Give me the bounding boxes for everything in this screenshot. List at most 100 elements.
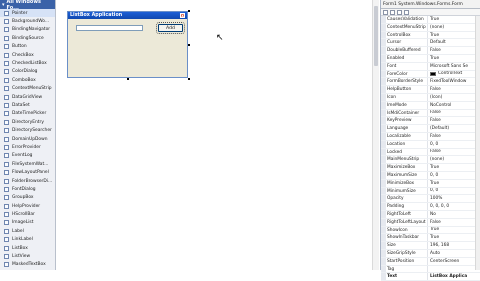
toolbox-item[interactable]: DateTimePicker bbox=[0, 110, 55, 118]
property-value[interactable] bbox=[428, 266, 480, 273]
property-value[interactable]: 0, 0, 0, 0 bbox=[428, 203, 480, 210]
properties-scrollbar[interactable] bbox=[475, 16, 480, 270]
property-row[interactable]: Icon (Icon) bbox=[381, 93, 480, 102]
toolbox-item[interactable]: CheckBox bbox=[0, 51, 55, 59]
alphabetical-icon[interactable] bbox=[390, 9, 395, 15]
property-row[interactable]: RightToLeftLayout False bbox=[381, 218, 480, 227]
property-row[interactable]: FormBorderStyle FixedToolWindow bbox=[381, 78, 480, 87]
toolbox-item[interactable]: FontDialog bbox=[0, 185, 55, 193]
property-row[interactable]: ControlBox True bbox=[381, 31, 480, 40]
property-value[interactable]: 100% bbox=[428, 195, 480, 202]
property-value[interactable]: True bbox=[428, 234, 480, 241]
properties-icon[interactable] bbox=[397, 9, 402, 15]
property-value[interactable]: Microsoft Sans Se bbox=[428, 63, 480, 70]
toolbox-item[interactable]: DataGridView bbox=[0, 93, 55, 101]
property-value[interactable]: 0, 0 bbox=[428, 141, 480, 148]
property-row[interactable]: Location 0, 0 bbox=[381, 140, 480, 149]
property-row[interactable]: Enabled True bbox=[381, 54, 480, 63]
property-row[interactable]: MaximumSize 0, 0 bbox=[381, 171, 480, 180]
property-value[interactable]: True bbox=[428, 55, 480, 62]
property-row[interactable]: KeyPreview False bbox=[381, 117, 480, 126]
resize-grip-top-right[interactable] bbox=[188, 10, 190, 12]
property-row[interactable]: MainMenuStrip (none) bbox=[381, 156, 480, 165]
toolbox-item[interactable]: ImageList bbox=[0, 219, 55, 227]
toolbox-item[interactable]: CheckedListBox bbox=[0, 59, 55, 67]
toolbox-item[interactable]: BindingSource bbox=[0, 34, 55, 42]
property-row[interactable]: Size 196, 168 bbox=[381, 242, 480, 250]
property-row[interactable]: Opacity 100% bbox=[381, 195, 480, 204]
property-value[interactable]: True bbox=[428, 164, 480, 171]
property-value[interactable]: False bbox=[428, 133, 480, 140]
property-row[interactable]: IsMdiContainer False bbox=[381, 109, 480, 118]
property-value[interactable]: True bbox=[428, 180, 480, 187]
toolbox-item[interactable]: DomainUpDown bbox=[0, 135, 55, 143]
toolbox-item[interactable]: ErrorProvider bbox=[0, 143, 55, 151]
toolbox-item[interactable]: BindingNavigator bbox=[0, 26, 55, 34]
property-row[interactable]: StartPosition CenterScreen bbox=[381, 257, 480, 266]
toolbox-item[interactable]: MaskedTextBox bbox=[0, 261, 55, 269]
property-value[interactable]: (Default) bbox=[428, 125, 480, 132]
property-row[interactable]: ContextMenuStrip (none) bbox=[381, 23, 480, 32]
property-row[interactable]: Tag bbox=[381, 265, 480, 274]
form-titlebar[interactable]: ListBox Application x bbox=[68, 12, 187, 19]
toolbox-item[interactable]: BackgroundWo... bbox=[0, 17, 55, 25]
property-row[interactable]: HelpButton False bbox=[381, 86, 480, 94]
toolbox-item[interactable]: DataSet bbox=[0, 101, 55, 109]
property-row[interactable]: Language (Default) bbox=[381, 125, 480, 133]
property-value[interactable]: False bbox=[428, 86, 480, 93]
property-value[interactable]: Auto bbox=[428, 250, 480, 257]
property-row[interactable]: Text ListBox Applica bbox=[381, 273, 480, 281]
property-value[interactable]: False bbox=[428, 117, 480, 124]
property-row[interactable]: ShowInTaskbar True bbox=[381, 234, 480, 243]
property-value[interactable]: NoControl bbox=[428, 102, 480, 109]
close-icon[interactable]: x bbox=[180, 13, 185, 18]
categorized-icon[interactable] bbox=[383, 9, 388, 15]
toolbox-item[interactable]: LinkLabel bbox=[0, 236, 55, 244]
property-row[interactable]: Locked False bbox=[381, 148, 480, 157]
events-icon[interactable] bbox=[404, 9, 409, 15]
property-value[interactable]: True bbox=[428, 227, 480, 234]
property-value[interactable]: 196, 168 bbox=[428, 242, 480, 249]
toolbox-header[interactable]: ▾ All Windows Fo... bbox=[0, 0, 55, 11]
property-value[interactable]: ListBox Applica bbox=[428, 273, 480, 280]
property-row[interactable]: MinimumSize 0, 0 bbox=[381, 187, 480, 196]
toolbox-item[interactable]: EventLog bbox=[0, 152, 55, 160]
designer-scroll-thumb[interactable] bbox=[374, 6, 378, 66]
property-row[interactable]: ImeMode NoControl bbox=[381, 101, 480, 110]
property-value[interactable]: (none) bbox=[428, 156, 480, 163]
toolbox-item[interactable]: ContextMenuStrip bbox=[0, 85, 55, 93]
collapse-icon[interactable]: ▾ bbox=[2, 2, 5, 8]
property-row[interactable]: Padding 0, 0, 0, 0 bbox=[381, 203, 480, 211]
property-value[interactable]: 0, 0 bbox=[428, 188, 480, 195]
resize-grip-right[interactable] bbox=[188, 44, 190, 46]
property-value[interactable]: (Icon) bbox=[428, 94, 480, 101]
property-value[interactable]: CenterScreen bbox=[428, 258, 480, 265]
property-value[interactable]: False bbox=[428, 110, 480, 117]
property-row[interactable]: Cursor Default bbox=[381, 39, 480, 48]
designer-scrollbar[interactable] bbox=[372, 0, 379, 270]
toolbox-item[interactable]: ListView bbox=[0, 252, 55, 260]
toolbox-item[interactable]: FileSystemWat... bbox=[0, 160, 55, 168]
property-value[interactable]: Default bbox=[428, 39, 480, 46]
property-row[interactable]: DoubleBuffered False bbox=[381, 47, 480, 55]
toolbox-item[interactable]: GroupBox bbox=[0, 194, 55, 202]
toolbox-item[interactable]: DirectoryEntry bbox=[0, 118, 55, 126]
toolbox-item[interactable]: FolderBrowserDi... bbox=[0, 177, 55, 185]
resize-grip-bottom-right[interactable] bbox=[188, 78, 190, 80]
property-row[interactable]: ForeColor ControlText bbox=[381, 70, 480, 79]
form-textbox[interactable] bbox=[76, 25, 143, 31]
toolbox-item[interactable]: HelpProvider bbox=[0, 202, 55, 210]
property-row[interactable]: Localizable False bbox=[381, 132, 480, 141]
property-value[interactable]: True bbox=[428, 16, 480, 23]
property-value[interactable]: FixedToolWindow bbox=[428, 78, 480, 85]
property-value[interactable]: False bbox=[428, 149, 480, 156]
toolbox-item[interactable]: Label bbox=[0, 227, 55, 235]
toolbox-item[interactable]: FlowLayoutPanel bbox=[0, 168, 55, 176]
property-value[interactable]: False bbox=[428, 47, 480, 54]
designer-surface[interactable]: ListBox Application x Add ↖ bbox=[57, 0, 379, 270]
toolbox-item[interactable]: ComboBox bbox=[0, 76, 55, 84]
add-button[interactable]: Add bbox=[156, 22, 185, 34]
property-value[interactable]: 0, 0 bbox=[428, 172, 480, 179]
property-row[interactable]: MaximizeBox True bbox=[381, 164, 480, 172]
property-row[interactable]: MinimizeBox True bbox=[381, 179, 480, 188]
